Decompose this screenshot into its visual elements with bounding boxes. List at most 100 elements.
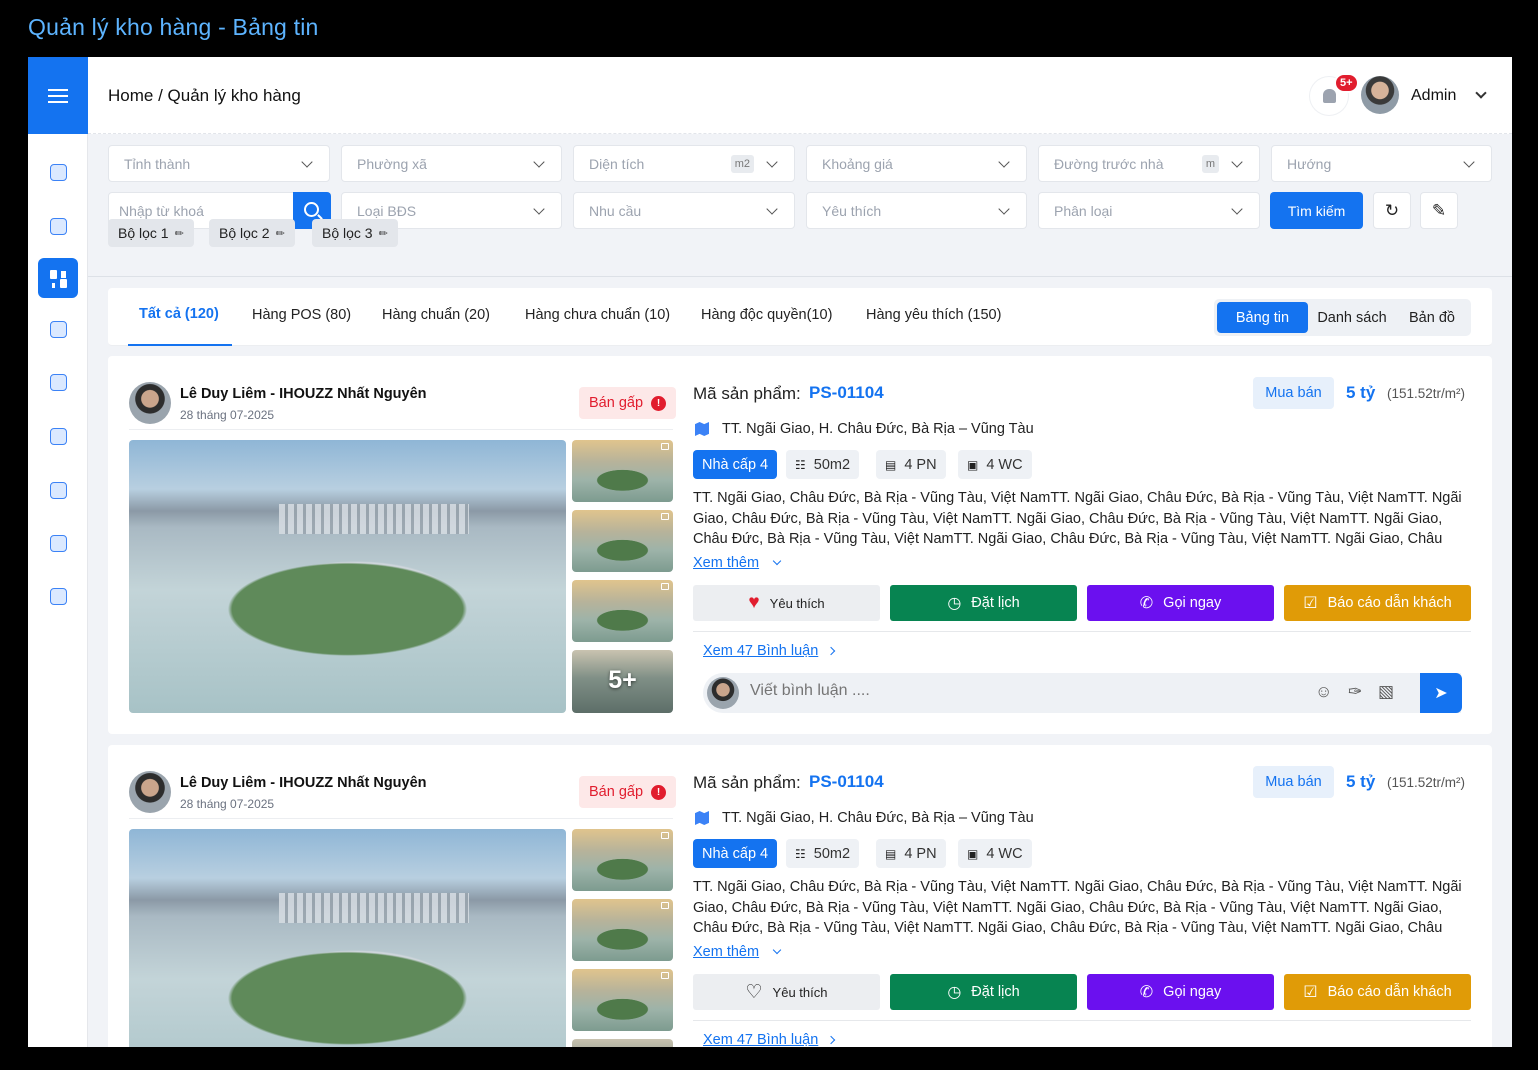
tab-all[interactable]: Tất cả (120) bbox=[139, 306, 219, 322]
sidebar-item-cards[interactable] bbox=[38, 309, 78, 349]
thumbnail[interactable] bbox=[572, 510, 673, 572]
author-name[interactable]: Lê Duy Liêm - IHOUZZ Nhất Nguyên bbox=[180, 386, 427, 402]
attach-icon[interactable]: ✑ bbox=[1348, 682, 1362, 702]
user-icon bbox=[49, 481, 67, 499]
view-comments-link[interactable]: Xem 47 Bình luận bbox=[703, 643, 818, 659]
network-icon bbox=[49, 534, 67, 552]
chevron-down-icon bbox=[998, 203, 1010, 215]
chevron-down-icon[interactable] bbox=[772, 556, 782, 566]
price-range-select[interactable]: Khoảng giá bbox=[806, 145, 1027, 182]
report-button[interactable]: ☑ Báo cáo dẫn khách bbox=[1284, 974, 1471, 1010]
author-name[interactable]: Lê Duy Liêm - IHOUZZ Nhất Nguyên bbox=[180, 775, 427, 791]
sidebar-item-network[interactable] bbox=[38, 523, 78, 563]
thumbnail[interactable] bbox=[572, 899, 673, 961]
bell-icon bbox=[1322, 89, 1336, 103]
main-photo[interactable] bbox=[129, 829, 566, 1047]
tab-exclusive[interactable]: Hàng độc quyền(10) bbox=[701, 307, 832, 323]
like-button[interactable]: ♡ Yêu thích bbox=[693, 974, 880, 1010]
refresh-button[interactable]: ↻ bbox=[1373, 192, 1411, 229]
tab-favorites[interactable]: Hàng yêu thích (150) bbox=[866, 307, 1001, 323]
view-list[interactable]: Danh sách bbox=[1310, 302, 1394, 333]
user-avatar[interactable] bbox=[1361, 76, 1399, 114]
phone-icon: ✆ bbox=[1139, 595, 1154, 612]
user-name[interactable]: Admin bbox=[1411, 87, 1456, 105]
schedule-button[interactable]: ◷ Đặt lịch bbox=[890, 585, 1077, 621]
category-select[interactable]: Phân loại bbox=[1038, 192, 1260, 229]
demand-select[interactable]: Nhu cầu bbox=[573, 192, 795, 229]
area-unit-badge: m2 bbox=[730, 155, 754, 173]
sidebar-item-wallet[interactable] bbox=[38, 362, 78, 402]
filter-panel: Tỉnh thành Phường xã Diện tích m2 Khoảng … bbox=[88, 135, 1512, 277]
saved-filter-1[interactable]: Bộ lọc 1 ✏ bbox=[108, 219, 194, 247]
more-photos-thumbnail[interactable]: 5+ bbox=[572, 650, 673, 713]
ward-select[interactable]: Phường xã bbox=[341, 145, 562, 182]
notification-button[interactable]: 5+ bbox=[1310, 73, 1359, 115]
thumbnail[interactable] bbox=[572, 580, 673, 642]
road-width-select[interactable]: Đường trước nhà m bbox=[1038, 145, 1260, 182]
pen-icon[interactable]: ✏ bbox=[276, 227, 285, 240]
chevron-right-icon[interactable] bbox=[826, 646, 836, 656]
view-map[interactable]: Bản đồ bbox=[1396, 302, 1468, 333]
tab-standard[interactable]: Hàng chuẩn (20) bbox=[382, 307, 490, 323]
author-avatar[interactable] bbox=[129, 771, 171, 813]
view-feed[interactable]: Bảng tin bbox=[1217, 302, 1308, 333]
schedule-button[interactable]: ◷ Đặt lịch bbox=[890, 974, 1077, 1010]
bath-icon: ▣ bbox=[967, 846, 979, 861]
sidebar-item-dashboard[interactable] bbox=[38, 258, 78, 298]
urgent-badge: Bán gấp! bbox=[579, 387, 677, 419]
emoji-icon[interactable]: ☺ bbox=[1315, 682, 1332, 702]
view-comments-link[interactable]: Xem 47 Bình luận bbox=[703, 1032, 818, 1047]
sticker-icon[interactable]: ▧ bbox=[1378, 682, 1394, 702]
direction-select[interactable]: Hướng bbox=[1271, 145, 1492, 182]
category-value: Phân loại bbox=[1054, 202, 1113, 219]
product-code[interactable]: PS-01104 bbox=[809, 772, 884, 792]
province-select[interactable]: Tỉnh thành bbox=[108, 145, 330, 182]
pen-icon[interactable]: ✏ bbox=[379, 227, 388, 240]
like-button[interactable]: ♥ Yêu thích bbox=[693, 585, 880, 621]
road-unit-badge: m bbox=[1201, 155, 1219, 173]
more-photos-thumbnail[interactable]: 5+ bbox=[572, 1039, 673, 1047]
comment-input[interactable] bbox=[750, 682, 1250, 700]
chevron-down-icon[interactable] bbox=[1475, 87, 1487, 99]
report-button[interactable]: ☑ Báo cáo dẫn khách bbox=[1284, 585, 1471, 621]
window-title: Quản lý kho hàng - Bảng tin bbox=[28, 14, 319, 40]
sidebar-item-users[interactable] bbox=[38, 470, 78, 510]
sidebar-item-calendar[interactable] bbox=[38, 416, 78, 456]
divider bbox=[129, 818, 673, 819]
chevron-right-icon[interactable] bbox=[826, 1035, 836, 1045]
sidebar-item-support[interactable] bbox=[38, 576, 78, 616]
sidebar-item-tasks[interactable] bbox=[38, 206, 78, 246]
sidebar-item-add[interactable] bbox=[38, 152, 78, 192]
call-button[interactable]: ✆ Gọi ngay bbox=[1087, 585, 1274, 621]
divider bbox=[693, 1020, 1471, 1021]
description: TT. Ngãi Giao, Châu Đức, Bà Rịa - Vũng T… bbox=[693, 879, 1462, 936]
area-select[interactable]: Diện tích m2 bbox=[573, 145, 795, 182]
chevron-down-icon bbox=[533, 203, 545, 215]
search-button[interactable]: Tìm kiếm bbox=[1270, 192, 1363, 229]
thumbnail[interactable] bbox=[572, 969, 673, 1031]
product-code[interactable]: PS-01104 bbox=[809, 383, 884, 403]
thumbnail[interactable] bbox=[572, 829, 673, 891]
location: TT. Ngãi Giao, H. Châu Đức, Bà Rịa – Vũn… bbox=[722, 421, 1034, 437]
send-comment-button[interactable]: ➤ bbox=[1420, 673, 1462, 713]
thumbnail[interactable] bbox=[572, 440, 673, 502]
price-range-value: Khoảng giá bbox=[822, 155, 893, 172]
image-icon bbox=[661, 583, 669, 590]
menu-toggle-button[interactable] bbox=[28, 57, 88, 134]
chevron-down-icon bbox=[998, 156, 1010, 168]
chevron-down-icon[interactable] bbox=[772, 945, 782, 955]
see-more-link[interactable]: Xem thêm bbox=[693, 944, 759, 960]
main-photo[interactable] bbox=[129, 440, 566, 713]
notification-badge: 5+ bbox=[1334, 73, 1359, 93]
tab-pos[interactable]: Hàng POS (80) bbox=[252, 307, 351, 323]
saved-filter-2[interactable]: Bộ lọc 2 ✏ bbox=[209, 219, 295, 247]
edit-filter-button[interactable]: ✎ bbox=[1420, 192, 1458, 229]
saved-filter-3[interactable]: Bộ lọc 3 ✏ bbox=[312, 219, 398, 247]
pen-icon[interactable]: ✏ bbox=[175, 227, 184, 240]
favorite-select[interactable]: Yêu thích bbox=[806, 192, 1027, 229]
call-button[interactable]: ✆ Gọi ngay bbox=[1087, 974, 1274, 1010]
see-more-link[interactable]: Xem thêm bbox=[693, 555, 759, 571]
commenter-avatar bbox=[707, 677, 739, 709]
tab-non-standard[interactable]: Hàng chưa chuẩn (10) bbox=[525, 307, 670, 323]
author-avatar[interactable] bbox=[129, 382, 171, 424]
